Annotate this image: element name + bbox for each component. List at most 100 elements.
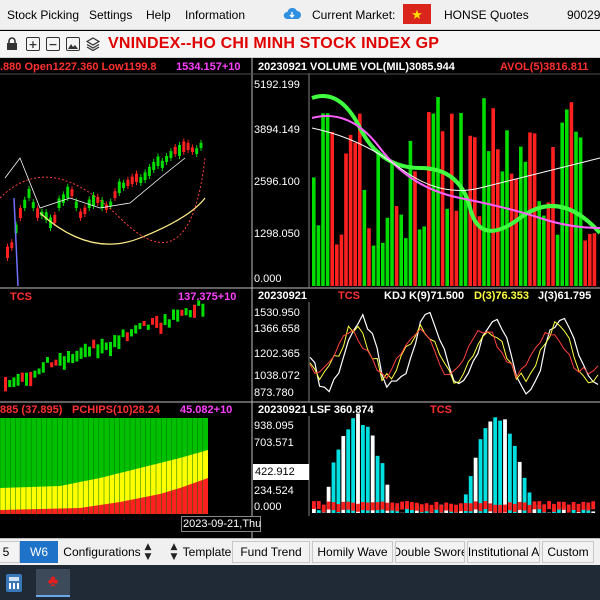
lsf-red-bar — [581, 501, 586, 510]
stock-app-icon[interactable]: ♣ — [36, 569, 70, 597]
lsf-red-bar — [414, 502, 419, 511]
taskbar: ♣ — [0, 565, 600, 600]
menu-settings[interactable]: Settings — [89, 8, 132, 22]
tcs-bar — [146, 324, 150, 330]
spinner-arrows-icon[interactable]: ▲ ▼ — [143, 542, 153, 562]
volume-bar — [376, 150, 380, 286]
lsf-red-bar — [390, 502, 395, 511]
tcs-bar — [104, 342, 108, 350]
vietnam-flag-icon[interactable]: ★ — [403, 4, 431, 24]
tcs-bar — [142, 320, 146, 327]
price-candle — [61, 194, 65, 203]
lsf-red-bar — [434, 501, 439, 510]
pchips-header-right: 45.082+10 — [180, 404, 233, 416]
volume-bar — [565, 109, 569, 286]
volume-bar — [440, 131, 445, 286]
lsf-bar — [356, 413, 360, 513]
lsf-red-bar — [591, 501, 596, 510]
lsf-red-bar — [439, 504, 444, 513]
price-candle — [160, 160, 164, 168]
lsf-red-bar — [336, 504, 341, 513]
volume-bar — [509, 173, 514, 286]
lsf-bar — [576, 512, 581, 513]
price-candle — [23, 199, 27, 208]
lsf-red-bar — [508, 502, 512, 511]
lsf-red-bar — [405, 501, 409, 510]
lsf-red-bar — [571, 502, 576, 511]
tcs-bar — [96, 344, 100, 359]
lsf-bar — [341, 436, 346, 513]
kdj-j-line — [309, 328, 599, 380]
tcs-bar — [37, 368, 41, 375]
tcs-bar — [50, 362, 54, 368]
volume-bar — [348, 134, 353, 286]
tab-custom[interactable]: Custom — [542, 541, 594, 563]
menu-stock-picking[interactable]: Stock Picking — [7, 8, 79, 22]
lock-icon[interactable] — [5, 37, 19, 51]
cloud-download-icon[interactable] — [283, 7, 301, 21]
tcs-bar — [12, 377, 16, 387]
price-candle — [135, 173, 138, 182]
price-candle — [130, 176, 134, 184]
volume-bar — [454, 210, 459, 286]
image-icon[interactable] — [66, 37, 80, 51]
tcs-bar — [79, 347, 83, 359]
tab-double-swore[interactable]: Double Swore — [395, 541, 465, 563]
volume-bar — [312, 177, 316, 286]
pchips-header-mid: PCHIPS(10)28.24 — [72, 404, 161, 416]
volume-bar — [330, 131, 334, 286]
lsf-red-bar — [468, 503, 473, 512]
price-candle — [66, 186, 70, 198]
pchips-header-left: 885 (37.895) — [0, 404, 63, 416]
lsf-red-bar — [444, 502, 449, 511]
tcs-bar — [109, 341, 112, 357]
lsf-red-bar — [326, 501, 331, 510]
spinner-arrows-icon[interactable]: ▲ ▼ — [169, 542, 179, 562]
volume-bar — [482, 98, 486, 286]
lsf-red-bar — [542, 504, 547, 513]
tcs-bar — [151, 318, 154, 325]
price-candle — [195, 148, 199, 154]
tcs-bar — [163, 314, 167, 325]
lsf-red-bar — [557, 501, 561, 510]
cursor-date-box: 2023-09-21,Thu — [181, 516, 262, 532]
lsf-red-bar — [459, 503, 463, 512]
tab-5[interactable]: 5 — [0, 541, 20, 563]
lsf-red-bar — [370, 502, 375, 511]
tab-homily-wave[interactable]: Homily Wave — [312, 541, 393, 563]
menu-help[interactable]: Help — [146, 8, 171, 22]
chart-toolbar: + − VNINDEX--HO CHI MINH STOCK INDEX GP — [0, 31, 600, 58]
volume-bar — [381, 242, 385, 286]
tab-configurations[interactable]: Configurations — [60, 541, 144, 563]
volume-bar — [592, 233, 597, 286]
market-quotes-label[interactable]: HONSE Quotes — [444, 8, 529, 22]
add-icon[interactable]: + — [26, 37, 40, 51]
volume-bar — [491, 108, 495, 286]
tcs-bar — [41, 362, 45, 373]
price-candle — [31, 202, 35, 208]
tab-template[interactable]: Template — [182, 541, 232, 563]
price-candle — [79, 211, 83, 218]
lsf-y-label: 234.524 — [254, 485, 294, 497]
lsf-red-bar — [483, 501, 488, 510]
lsf-red-bar — [385, 502, 390, 511]
lsf-red-bar — [547, 501, 551, 510]
tab-fund-trend[interactable]: Fund Trend — [232, 541, 310, 563]
tab-w6[interactable]: W6 — [20, 541, 58, 563]
remove-icon[interactable]: − — [46, 37, 60, 51]
volume-bar — [537, 201, 541, 286]
volume-header: 20230921 VOLUME VOL(MIL)3085.944 — [258, 61, 455, 73]
menu-information[interactable]: Information — [185, 8, 245, 22]
tcs-bar — [46, 357, 49, 363]
lsf-red-bar — [576, 503, 581, 512]
calculator-icon[interactable] — [6, 574, 22, 592]
volume-bar — [422, 226, 426, 286]
chart-area[interactable]: .880 Open1227.360 Low1199.8 1534.157+10 … — [0, 58, 600, 538]
kdj-header-code: TCS — [338, 290, 360, 302]
volume-bar — [353, 142, 357, 286]
layers-icon[interactable] — [86, 37, 100, 51]
lsf-red-bar — [419, 504, 424, 513]
volume-bar — [459, 112, 463, 286]
volume-bar — [588, 233, 592, 286]
tab-institutional[interactable]: Institutional A — [467, 541, 540, 563]
